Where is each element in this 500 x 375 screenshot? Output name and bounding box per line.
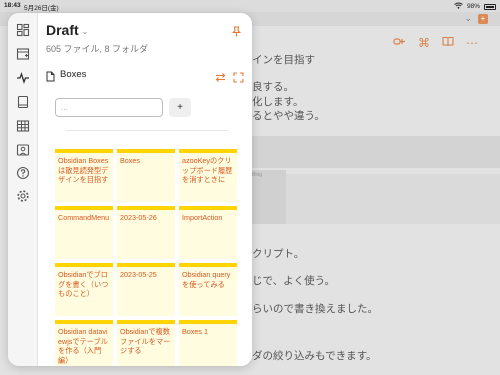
status-bar: 18:43 5月26日(金) 98% [0, 0, 500, 12]
plus-icon[interactable]: + [478, 14, 488, 24]
bg-line: ダの絞り込みもできます。 [252, 350, 377, 362]
boxes-grid: Obsidian Boxesは散見読発型デザインを目指す Boxes azooK… [55, 149, 239, 366]
chevron-down-icon[interactable]: ⌄ [464, 13, 472, 24]
box-card[interactable]: 2023-05-25 [117, 263, 175, 316]
box-card-title: ImportAction [182, 213, 223, 222]
panel-main: Draft ⌄ 605 ファイル, 8 フォルダ Boxes + Obsidia… [38, 13, 252, 366]
image-icon[interactable] [16, 143, 30, 157]
box-card-title: 2023-05-25 [120, 270, 157, 279]
boxes-panel: Draft ⌄ 605 ファイル, 8 フォルダ Boxes + Obsidia… [8, 13, 252, 366]
help-icon[interactable] [16, 166, 30, 180]
status-right: 98% [454, 2, 496, 11]
chevron-down-icon: ⌄ [81, 26, 89, 36]
view-name: Boxes [60, 69, 87, 80]
box-card[interactable]: ImportAction [179, 206, 237, 259]
swap-icon[interactable] [215, 70, 226, 82]
activity-icon[interactable] [16, 71, 30, 85]
new-note-icon[interactable] [16, 47, 30, 61]
vault-switcher[interactable]: Draft ⌄ [46, 22, 88, 38]
wifi-icon [454, 2, 463, 11]
file-icon [46, 69, 55, 82]
box-card-title: 2023-05-26 [120, 213, 157, 222]
bg-band [250, 136, 500, 168]
box-card-title: Obsidian dataviewjsでテーブルを作る（入門編） [58, 327, 108, 365]
box-card[interactable]: Obsidian dataviewjsでテーブルを作る（入門編） [55, 320, 113, 366]
box-card[interactable]: Boxes [117, 149, 175, 202]
battery-percent: 98% [466, 3, 480, 10]
box-card-title: Boxes 1 [182, 327, 208, 336]
view-header: Boxes [46, 69, 87, 82]
bg-thumb-label: Blog [252, 172, 263, 178]
reading-icon[interactable] [442, 36, 454, 50]
box-card[interactable]: CommandMenu [55, 206, 113, 259]
box-card-title: Obsidianでブログを書く（いつものこと） [58, 270, 109, 298]
status-date: 5月26日(金) [24, 5, 59, 12]
box-card[interactable]: Obsidian Boxesは散見読発型デザインを目指す [55, 149, 113, 202]
box-card-title: Obsidian Boxesは散見読発型デザインを目指す [58, 156, 109, 184]
bg-line: 良する。 [252, 81, 294, 93]
bg-thumb: Blog [250, 170, 286, 224]
bg-line: るとやや違う。 [252, 110, 325, 122]
bg-line: らいので書き換えました。 [252, 303, 378, 315]
box-card-title: Boxes [120, 156, 140, 165]
box-card-title: CommandMenu [58, 213, 110, 222]
box-card[interactable]: Obsidian queryを使ってみる [179, 263, 237, 316]
bg-image [258, 174, 500, 224]
pin-icon[interactable] [231, 24, 242, 37]
box-card[interactable]: azooKeyのクリップボード履歴を消すときに [179, 149, 237, 202]
ribbon [8, 13, 38, 366]
battery-icon [484, 3, 496, 10]
book-icon[interactable] [16, 95, 30, 109]
box-card-title: Obsidian queryを使ってみる [182, 270, 231, 289]
status-time: 18:43 [4, 2, 21, 9]
box-card[interactable]: Obsidianでブログを書く（いつものこと） [55, 263, 113, 316]
box-card[interactable]: Obsidianで複数ファイルをマージする [117, 320, 175, 366]
settings-icon[interactable] [16, 189, 30, 203]
bg-line: インを目指す [252, 54, 315, 66]
dashboard-icon[interactable] [16, 23, 30, 37]
background-actions: ⌘ ⋯ [393, 36, 478, 50]
divider [66, 130, 228, 131]
bg-line: 化します。 [252, 96, 304, 108]
box-card-title: azooKeyのクリップボード履歴を消すときに [182, 156, 233, 184]
bg-line: じで、よく使う。 [252, 275, 335, 287]
more-icon[interactable]: ⋯ [466, 36, 478, 50]
vault-title: Draft [46, 22, 79, 38]
table-icon[interactable] [16, 119, 30, 133]
add-button[interactable]: + [169, 98, 191, 117]
box-card[interactable]: 2023-05-26 [117, 206, 175, 259]
command-icon[interactable]: ⌘ [418, 36, 430, 50]
box-card[interactable]: Boxes 1 [179, 320, 237, 366]
link-icon[interactable] [393, 36, 406, 50]
bg-line: クリプト。 [252, 248, 305, 260]
box-card-title: Obsidianで複数ファイルをマージする [120, 327, 171, 355]
expand-icon[interactable] [233, 70, 244, 83]
vault-summary: 605 ファイル, 8 フォルダ [46, 44, 149, 54]
filter-input[interactable] [55, 98, 163, 117]
